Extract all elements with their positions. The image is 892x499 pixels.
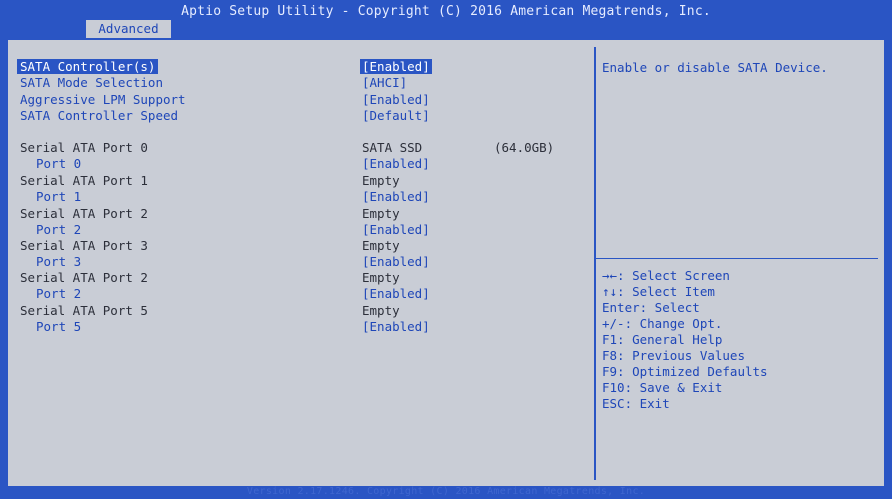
help-divider bbox=[596, 258, 878, 259]
panel-divider bbox=[594, 47, 596, 480]
key-general-help: F1: General Help bbox=[602, 332, 723, 347]
port-name: Serial ATA Port 5 bbox=[20, 303, 148, 318]
key-previous-values: F8: Previous Values bbox=[602, 348, 745, 363]
port-toggle-value[interactable]: [Enabled] bbox=[362, 286, 430, 301]
port-device: Empty bbox=[362, 238, 400, 253]
port-name: Serial ATA Port 0 bbox=[20, 140, 148, 155]
port-device: Empty bbox=[362, 173, 400, 188]
port-toggle-label[interactable]: Port 0 bbox=[36, 156, 81, 171]
port-toggle-label[interactable]: Port 2 bbox=[36, 222, 81, 237]
port-size: (64.0GB) bbox=[494, 140, 555, 155]
port-toggle-label[interactable]: Port 2 bbox=[36, 286, 81, 301]
setting-sata-mode-value[interactable]: [AHCI] bbox=[362, 75, 407, 90]
bios-screen: Aptio Setup Utility - Copyright (C) 2016… bbox=[0, 0, 892, 499]
port-toggle-value[interactable]: [Enabled] bbox=[362, 156, 430, 171]
setting-sata-speed[interactable]: SATA Controller Speed bbox=[20, 108, 178, 123]
port-device: SATA SSD bbox=[362, 140, 423, 155]
setting-sata-mode[interactable]: SATA Mode Selection bbox=[20, 75, 163, 90]
port-device: Empty bbox=[362, 270, 400, 285]
setting-sata-speed-value[interactable]: [Default] bbox=[362, 108, 430, 123]
port-name: Serial ATA Port 2 bbox=[20, 270, 148, 285]
port-toggle-label[interactable]: Port 1 bbox=[36, 189, 81, 204]
key-enter-select: Enter: Select bbox=[602, 300, 700, 315]
port-toggle-value[interactable]: [Enabled] bbox=[362, 189, 430, 204]
setting-aggressive-lpm[interactable]: Aggressive LPM Support bbox=[20, 92, 186, 107]
key-select-screen: →←: Select Screen bbox=[602, 268, 730, 283]
port-toggle-value[interactable]: [Enabled] bbox=[362, 222, 430, 237]
bios-title: Aptio Setup Utility - Copyright (C) 2016… bbox=[181, 4, 711, 19]
port-toggle-value[interactable]: [Enabled] bbox=[362, 319, 430, 334]
port-device: Empty bbox=[362, 303, 400, 318]
port-toggle-label[interactable]: Port 5 bbox=[36, 319, 81, 334]
port-toggle-value[interactable]: [Enabled] bbox=[362, 254, 430, 269]
key-select-item: ↑↓: Select Item bbox=[602, 284, 715, 299]
port-name: Serial ATA Port 3 bbox=[20, 238, 148, 253]
port-name: Serial ATA Port 1 bbox=[20, 173, 148, 188]
key-save-exit: F10: Save & Exit bbox=[602, 380, 723, 395]
key-optimized-defaults: F9: Optimized Defaults bbox=[602, 364, 768, 379]
help-text: Enable or disable SATA Device. bbox=[602, 60, 828, 75]
setting-aggressive-lpm-value[interactable]: [Enabled] bbox=[362, 92, 430, 107]
key-change-opt: +/-: Change Opt. bbox=[602, 316, 723, 331]
setting-sata-controllers[interactable]: SATA Controller(s) bbox=[17, 59, 159, 74]
key-esc-exit: ESC: Exit bbox=[602, 396, 670, 411]
port-toggle-label[interactable]: Port 3 bbox=[36, 254, 81, 269]
port-device: Empty bbox=[362, 206, 400, 221]
version-footer: Version 2.17.1246. Copyright (C) 2016 Am… bbox=[246, 486, 646, 497]
port-name: Serial ATA Port 2 bbox=[20, 206, 148, 221]
tab-advanced[interactable]: Advanced bbox=[86, 20, 171, 38]
setting-sata-controllers-value[interactable]: [Enabled] bbox=[360, 59, 432, 74]
